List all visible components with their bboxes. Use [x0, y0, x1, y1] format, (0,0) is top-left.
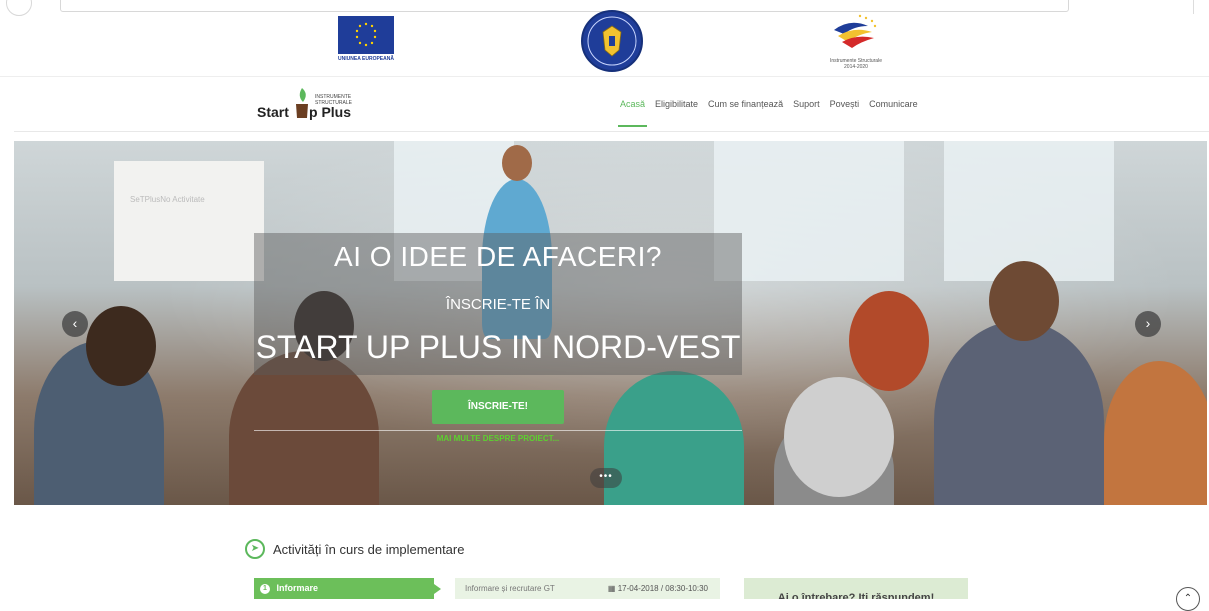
menu-item-eligibilitate[interactable]: Eligibilitate	[655, 77, 698, 131]
speaker-head	[502, 145, 532, 181]
eu-flag-logo	[338, 16, 394, 54]
partner-logos: UNIUNEA EUROPEANĂ Instrumente Structural…	[0, 10, 1209, 76]
start-up-plus-logo[interactable]: Start p Plus INSTRUMENTE STRUCTURALE	[257, 84, 367, 122]
audience-head	[989, 261, 1059, 341]
screen-text: SeTPlusNo Activitate	[130, 195, 205, 204]
step-number: 1	[260, 583, 270, 594]
projection-screen: SeTPlusNo Activitate	[114, 161, 264, 281]
event-name: Informare și recrutare GT	[465, 584, 555, 593]
audience-head	[784, 377, 894, 497]
hero-slider: SeTPlusNo Activitate AI O IDEE DE AFACER…	[14, 141, 1207, 505]
activities-heading: ➤ Activități în curs de implementare	[245, 537, 464, 561]
background-window	[944, 141, 1114, 281]
menu-item-povesti[interactable]: Povești	[830, 77, 860, 131]
hero-program-name: START UP PLUS IN NORD-VEST	[255, 329, 741, 365]
romanian-government-seal-logo	[581, 10, 643, 72]
calendar-icon: ▦	[607, 584, 618, 593]
audience-head	[86, 306, 156, 386]
register-button[interactable]: ÎNSCRIE-TE!	[432, 390, 564, 424]
more-about-project-link[interactable]: MAI MULTE DESPRE PROIECT...	[254, 434, 742, 443]
hero-title: AI O IDEE DE AFACERI?	[334, 241, 662, 272]
faq-box[interactable]: Ai o întrebare? Iți răspundem!	[744, 578, 968, 599]
event-date: ▦ 17-04-2018 / 08:30-10:30	[608, 578, 708, 599]
brand-small-text: INSTRUMENTE STRUCTURALE	[315, 94, 352, 106]
audience-figure	[934, 321, 1104, 505]
scroll-up-icon[interactable]: ⌃	[1176, 587, 1200, 611]
nav-divider	[14, 131, 1209, 132]
navigation-arrow-icon: ➤	[245, 539, 265, 559]
event-date-text: 17-04-2018 / 08:30-10:30	[617, 584, 708, 593]
eu-label: UNIUNEA EUROPEANĂ	[338, 56, 394, 62]
event-row[interactable]: Informare și recrutare GT ▦ 17-04-2018 /…	[455, 578, 720, 599]
menu-item-comunicare[interactable]: Comunicare	[869, 77, 918, 131]
background-window	[714, 141, 904, 281]
audience-figure	[1104, 361, 1207, 505]
menu-item-acasa[interactable]: Acasă	[617, 77, 648, 131]
step-label: Informare	[276, 583, 319, 593]
main-navigation: Start p Plus INSTRUMENTE STRUCTURALE Aca…	[0, 77, 1209, 131]
slider-dots[interactable]: •••	[590, 468, 622, 488]
structural-label-line2: 2014-2020	[844, 64, 868, 70]
chevron-left-icon[interactable]: ‹	[62, 311, 88, 337]
chevron-right-icon[interactable]: ›	[1135, 311, 1161, 337]
step-informare[interactable]: 1 Informare	[254, 578, 441, 599]
activities-title: Activități în curs de implementare	[273, 541, 465, 557]
menu-item-suport[interactable]: Suport	[793, 77, 820, 131]
brand-word-plus: p Plus	[309, 104, 352, 120]
structural-instruments-logo	[820, 12, 890, 64]
audience-head	[849, 291, 929, 391]
menu-item-cum-se-finanteaza[interactable]: Cum se finanțează	[708, 77, 783, 131]
structural-instruments-label: Instrumente Structurale 2014-2020	[808, 58, 904, 70]
hero-divider	[254, 430, 742, 431]
brand-word-start: Start	[257, 104, 289, 120]
hero-subtitle: ÎNSCRIE-TE ÎN	[445, 296, 551, 313]
top-menu: Acasă Eligibilitate Cum se finanțează Su…	[617, 77, 928, 131]
